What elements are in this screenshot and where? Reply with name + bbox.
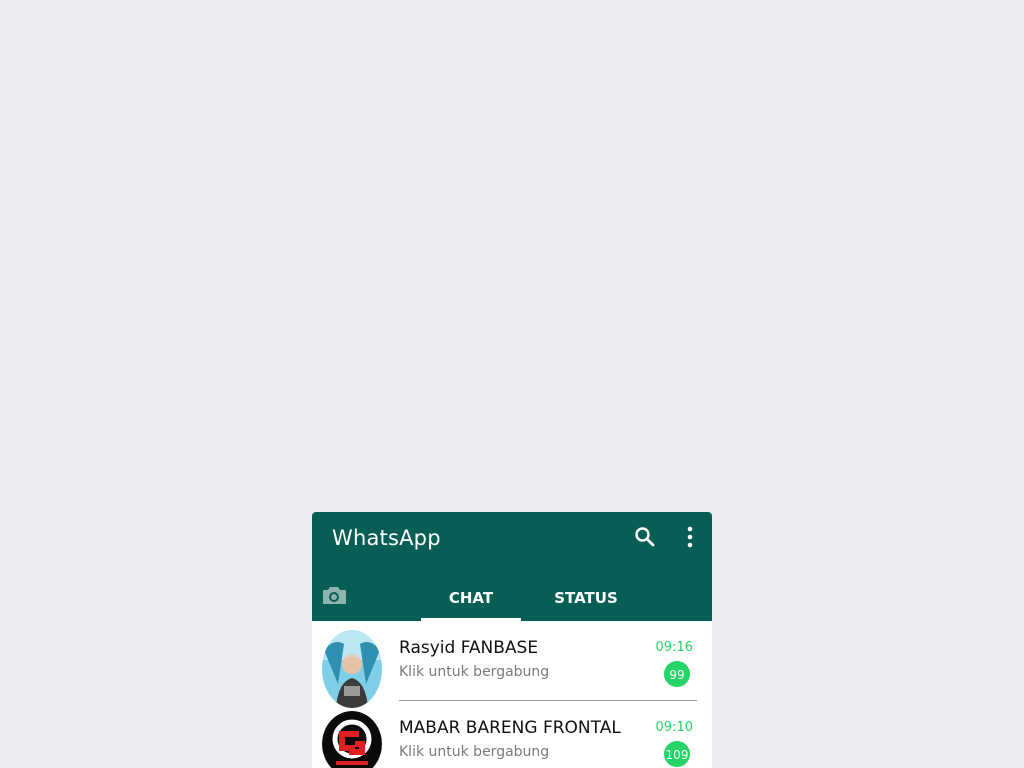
chat-list-item-rasyid-fanbase[interactable]: Rasyid FANBASE Klik untuk bergabung 09:1… bbox=[312, 621, 712, 708]
chat-name: Rasyid FANBASE bbox=[399, 638, 539, 658]
chat-time: 09:10 bbox=[655, 720, 693, 735]
unread-badge: 109 bbox=[664, 741, 690, 767]
tab-chat-label: CHAT bbox=[448, 589, 494, 607]
whatsapp-window: WhatsApp CHAT STATUS Rasyid FANBASE Klik… bbox=[312, 512, 712, 768]
avatar[interactable] bbox=[322, 630, 382, 708]
app-title: WhatsApp bbox=[332, 526, 441, 550]
chat-last-message: Klik untuk bergabung bbox=[399, 664, 550, 680]
more-vert-icon[interactable] bbox=[678, 525, 702, 549]
chat-time: 09:16 bbox=[655, 640, 693, 655]
chat-name: MABAR BARENG FRONTAL bbox=[399, 718, 621, 738]
tab-status[interactable]: STATUS bbox=[536, 584, 636, 621]
app-bar: WhatsApp CHAT STATUS bbox=[312, 512, 712, 621]
avatar[interactable] bbox=[322, 711, 382, 768]
chat-list-item-mabar-bareng-frontal[interactable]: MABAR BARENG FRONTAL Klik untuk bergabun… bbox=[312, 701, 712, 768]
search-icon[interactable] bbox=[633, 525, 657, 549]
tab-chat[interactable]: CHAT bbox=[421, 584, 521, 621]
unread-badge: 99 bbox=[664, 661, 690, 687]
camera-icon[interactable] bbox=[321, 584, 347, 606]
chat-last-message: Klik untuk bergabung bbox=[399, 744, 550, 760]
tab-status-label: STATUS bbox=[554, 589, 618, 607]
